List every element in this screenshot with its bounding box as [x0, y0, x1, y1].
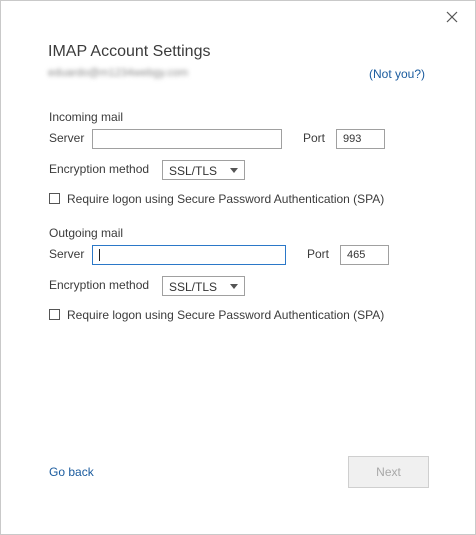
next-button[interactable]: Next [348, 456, 429, 488]
dialog-title: IMAP Account Settings [48, 43, 211, 60]
incoming-spa-checkbox-row[interactable]: Require logon using Secure Password Auth… [49, 192, 389, 208]
outgoing-spa-checkbox[interactable] [49, 309, 60, 320]
incoming-encryption-select[interactable]: SSL/TLS [162, 160, 245, 180]
outgoing-encryption-value: SSL/TLS [169, 280, 218, 294]
outgoing-port-input[interactable] [340, 245, 389, 265]
outgoing-spa-checkbox-row[interactable]: Require logon using Secure Password Auth… [49, 308, 389, 324]
outgoing-encryption-label: Encryption method [49, 278, 150, 292]
account-email: eduardo@m1234webgy.com [48, 67, 188, 79]
incoming-spa-label: Require logon using Secure Password Auth… [67, 192, 385, 206]
incoming-encryption-label: Encryption method [49, 162, 150, 176]
outgoing-server-input[interactable] [92, 245, 286, 265]
incoming-spa-checkbox[interactable] [49, 193, 60, 204]
close-button[interactable] [442, 7, 462, 27]
outgoing-spa-label: Require logon using Secure Password Auth… [67, 308, 385, 322]
incoming-encryption-value: SSL/TLS [169, 164, 218, 178]
incoming-port-input[interactable] [336, 129, 385, 149]
incoming-port-label: Port [303, 131, 326, 145]
incoming-mail-heading: Incoming mail [49, 110, 124, 124]
outgoing-mail-heading: Outgoing mail [49, 226, 124, 240]
outgoing-encryption-select[interactable]: SSL/TLS [162, 276, 245, 296]
text-caret [99, 249, 100, 261]
incoming-server-label: Server [49, 131, 85, 145]
outgoing-server-label: Server [49, 247, 85, 261]
close-icon [446, 11, 458, 23]
outgoing-port-label: Port [307, 247, 330, 261]
not-you-link[interactable]: (Not you?) [369, 67, 425, 81]
chevron-down-icon [230, 168, 238, 173]
go-back-link[interactable]: Go back [49, 465, 94, 479]
chevron-down-icon [230, 284, 238, 289]
incoming-server-input[interactable] [92, 129, 282, 149]
imap-settings-dialog: IMAP Account Settings eduardo@m1234webgy… [0, 0, 476, 535]
